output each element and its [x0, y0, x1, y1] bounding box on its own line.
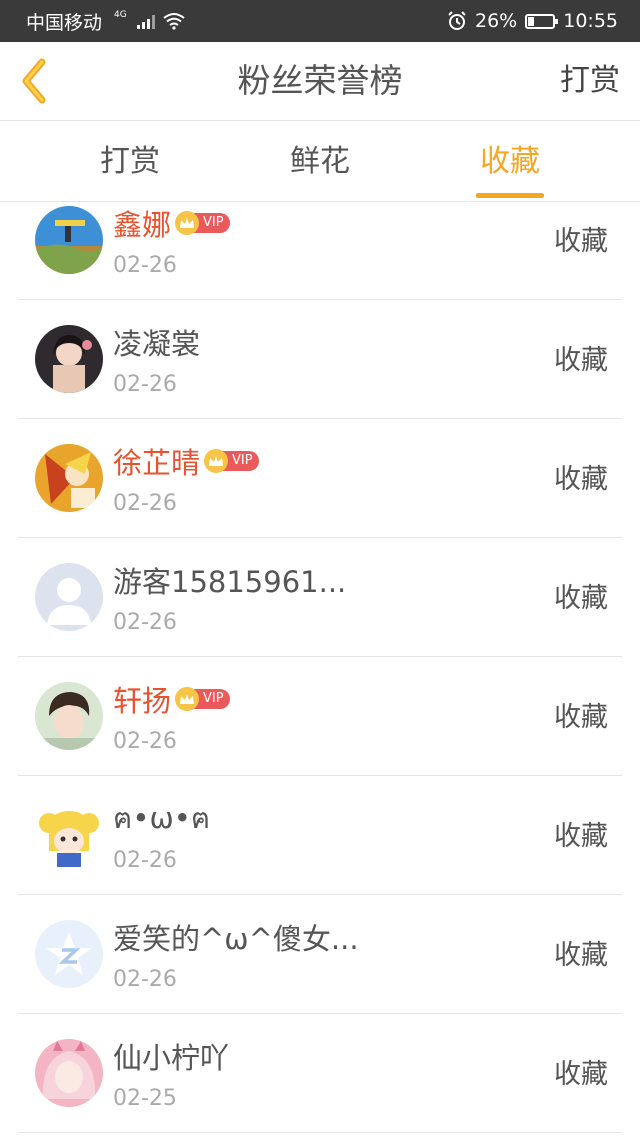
favorite-label: 收藏 — [554, 702, 608, 733]
status-left: 中国移动 4G — [26, 8, 185, 35]
fan-list-content: 鑫娜 VIP 02-26 收藏 凌凝裳 02-26 收藏 徐芷晴 VIP 02-26 收藏 游客158… — [0, 203, 640, 1133]
user-name: ฅ•ω•ฅ — [113, 801, 211, 835]
list-item[interactable]: 仙小柠吖 02-25 收藏 — [18, 1014, 622, 1133]
list-item[interactable]: ฅ•ω•ฅ 02-26 收藏 — [18, 776, 622, 895]
tab-favorites[interactable]: 收藏 — [450, 121, 570, 201]
avatar-anime-icon[interactable] — [35, 444, 103, 512]
wifi-icon — [163, 13, 185, 30]
avatar-girl-icon[interactable] — [35, 325, 103, 393]
network-type: 4G — [114, 10, 127, 20]
crown-icon — [175, 687, 200, 711]
alarm-icon — [448, 11, 466, 30]
avatar-pinkhair-icon[interactable] — [35, 1039, 103, 1107]
user-name: 鑫娜 — [113, 208, 172, 242]
avatar-landscape-icon[interactable] — [35, 206, 103, 274]
vip-badge: VIP — [204, 449, 259, 473]
date-label: 02-26 — [113, 253, 177, 278]
date-label: 02-26 — [113, 848, 177, 873]
qq-star-icon[interactable] — [35, 920, 103, 988]
date-label: 02-26 — [113, 729, 177, 754]
user-name: 凌凝裳 — [113, 327, 201, 361]
tab-flowers[interactable]: 鲜花 — [260, 121, 380, 201]
name-line: ฅ•ω•ฅ — [113, 798, 210, 838]
favorite-label: 收藏 — [554, 464, 608, 495]
date-label: 02-26 — [113, 491, 177, 516]
list-item[interactable]: 鑫娜 VIP 02-26 收藏 — [18, 203, 622, 300]
list-item[interactable]: 凌凝裳 02-26 收藏 — [18, 300, 622, 419]
fan-list[interactable]: 鑫娜 VIP 02-26 收藏 凌凝裳 02-26 收藏 徐芷晴 VIP 02-26 收藏 游客158… — [0, 203, 640, 1138]
tip-button[interactable]: 打赏 — [560, 42, 620, 120]
date-label: 02-26 — [113, 967, 177, 992]
status-bar: 中国移动 4G 26% 10:55 — [0, 0, 640, 42]
list-item[interactable]: 爱笑的^ω^傻女... 02-26 收藏 — [18, 895, 622, 1014]
date-label: 02-25 — [113, 1086, 177, 1111]
avatar-boy-icon[interactable] — [35, 682, 103, 750]
vip-badge: VIP — [175, 211, 230, 235]
favorite-label: 收藏 — [554, 345, 608, 376]
carrier-name: 中国移动 — [26, 11, 103, 34]
name-line: 仙小柠吖 — [113, 1036, 229, 1076]
favorite-label: 收藏 — [554, 940, 608, 971]
date-label: 02-26 — [113, 610, 177, 635]
name-line: 徐芷晴 VIP — [113, 441, 259, 481]
user-name: 轩扬 — [113, 684, 172, 718]
tab-bar: 打赏 鲜花 收藏 — [0, 121, 640, 202]
page-title: 粉丝荣誉榜 — [237, 61, 403, 100]
user-name: 仙小柠吖 — [113, 1041, 230, 1075]
date-label: 02-26 — [113, 372, 177, 397]
favorite-label: 收藏 — [554, 1059, 608, 1090]
avatar-sailor-icon[interactable] — [35, 801, 103, 869]
list-item[interactable]: 徐芷晴 VIP 02-26 收藏 — [18, 419, 622, 538]
user-name: 徐芷晴 — [113, 446, 201, 480]
active-tab-indicator — [476, 193, 544, 198]
vip-badge: VIP — [175, 687, 230, 711]
favorite-label: 收藏 — [554, 226, 608, 257]
signal-icon — [136, 13, 155, 29]
name-line: 鑫娜 VIP — [113, 203, 230, 243]
nav-bar: 粉丝荣誉榜 打赏 — [0, 42, 640, 121]
crown-icon — [204, 449, 229, 473]
favorite-label: 收藏 — [554, 821, 608, 852]
name-line: 轩扬 VIP — [113, 679, 230, 719]
default-user-icon[interactable] — [35, 563, 103, 631]
clock: 10:55 — [563, 10, 618, 32]
battery-icon — [525, 13, 559, 29]
list-item[interactable]: 游客15815961... 02-26 收藏 — [18, 538, 622, 657]
user-name: 游客15815961... — [113, 565, 347, 599]
name-line: 爱笑的^ω^傻女... — [113, 917, 359, 957]
battery-percent: 26% — [475, 10, 518, 32]
list-item[interactable]: 轩扬 VIP 02-26 收藏 — [18, 657, 622, 776]
favorite-label: 收藏 — [554, 583, 608, 614]
tab-tips[interactable]: 打赏 — [70, 121, 190, 201]
status-right: 26% 10:55 — [447, 10, 618, 32]
name-line: 游客15815961... — [113, 560, 346, 600]
crown-icon — [175, 211, 200, 235]
user-name: 爱笑的^ω^傻女... — [113, 922, 359, 956]
name-line: 凌凝裳 — [113, 322, 200, 362]
